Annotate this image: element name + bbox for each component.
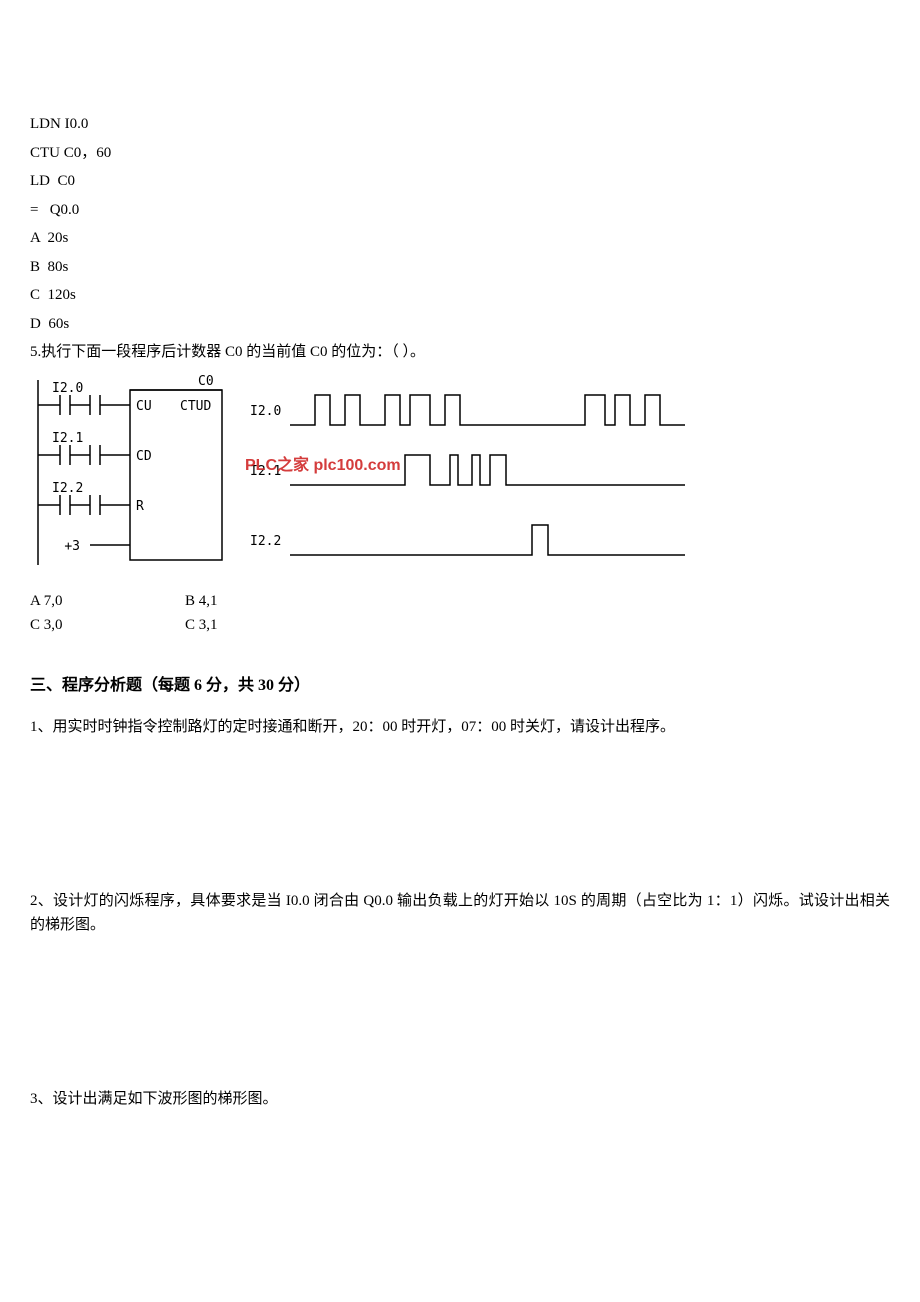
- answer-c2: C 3,1: [185, 613, 218, 637]
- label-ctud: CTUD: [180, 399, 211, 414]
- label-i20: I2.0: [52, 381, 83, 396]
- label-preset: +3: [64, 539, 80, 554]
- question-5-text: 5.执行下面一段程序后计数器 C0 的当前值 C0 的位为：（ ）。: [30, 340, 890, 364]
- answer-row-1: A 7,0 B 4,1: [30, 589, 890, 613]
- code-line: CTU C0，60: [30, 139, 890, 168]
- code-line: = Q0.0: [30, 196, 890, 225]
- question-3-2: 2、设计灯的闪烁程序，具体要求是当 I0.0 闭合由 Q0.0 输出负载上的灯开…: [30, 889, 890, 937]
- label-i21: I2.1: [52, 431, 83, 446]
- label-cu: CU: [136, 399, 152, 414]
- label-i22: I2.2: [52, 481, 83, 496]
- code-line: B 80s: [30, 253, 890, 282]
- answer-a: A 7,0: [30, 589, 185, 613]
- signal-label-i22: I2.2: [250, 534, 281, 549]
- section-3-title: 三、程序分析题（每题 6 分，共 30 分）: [30, 673, 890, 699]
- ladder-timing-diagram: I2.0 I2.1 I2.2 +3 C0 CU CTUD CD R I2.0 I…: [30, 370, 890, 585]
- code-line: D 60s: [30, 310, 890, 339]
- label-r: R: [136, 499, 144, 514]
- question-3-1: 1、用实时时钟指令控制路灯的定时接通和断开，20：00 时开灯，07：00 时关…: [30, 715, 890, 739]
- code-line: LDN I0.0: [30, 110, 890, 139]
- watermark-text: PLC之家 plc100.com: [245, 455, 401, 474]
- answer-row-2: C 3,0 C 3,1: [30, 613, 890, 637]
- code-line: A 20s: [30, 224, 890, 253]
- label-cd: CD: [136, 449, 152, 464]
- answer-c1: C 3,0: [30, 613, 185, 637]
- answer-b: B 4,1: [185, 589, 218, 613]
- code-block: LDN I0.0 CTU C0，60 LD C0 = Q0.0 A 20s B …: [30, 110, 890, 338]
- signal-label-i20: I2.0: [250, 404, 281, 419]
- code-line: C 120s: [30, 281, 890, 310]
- label-c0: C0: [198, 374, 214, 389]
- code-line: LD C0: [30, 167, 890, 196]
- question-3-3: 3、设计出满足如下波形图的梯形图。: [30, 1087, 890, 1111]
